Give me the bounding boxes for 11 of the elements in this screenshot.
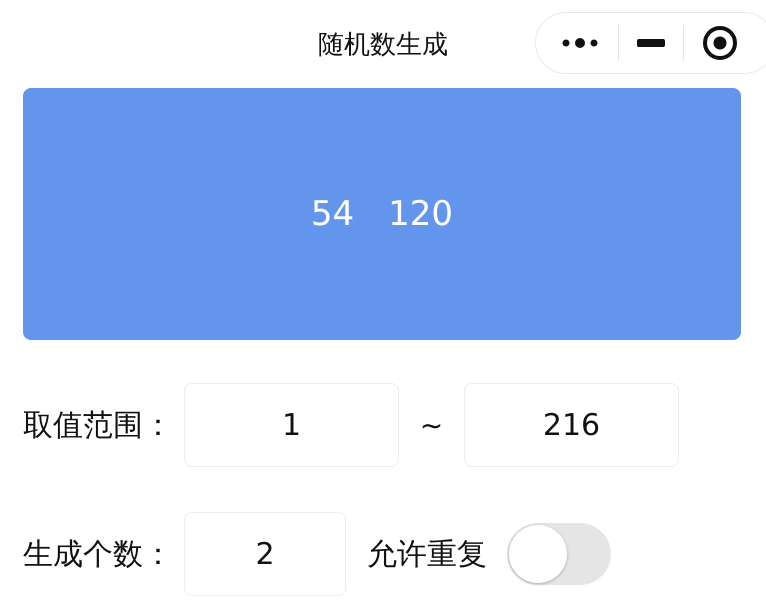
range-label: 取值范围： (23, 406, 174, 444)
max-input[interactable]: 216 (464, 383, 679, 467)
result-number: 54 (310, 194, 354, 234)
count-input[interactable]: 2 (184, 512, 346, 596)
result-number: 120 (388, 194, 454, 234)
close-icon[interactable] (702, 25, 738, 61)
repeat-label: 允许重复 (367, 536, 487, 574)
window-title: 随机数生成 (318, 28, 448, 62)
count-label: 生成个数： (23, 536, 174, 574)
min-input[interactable]: 1 (184, 383, 399, 467)
range-separator: ~ (418, 408, 444, 442)
